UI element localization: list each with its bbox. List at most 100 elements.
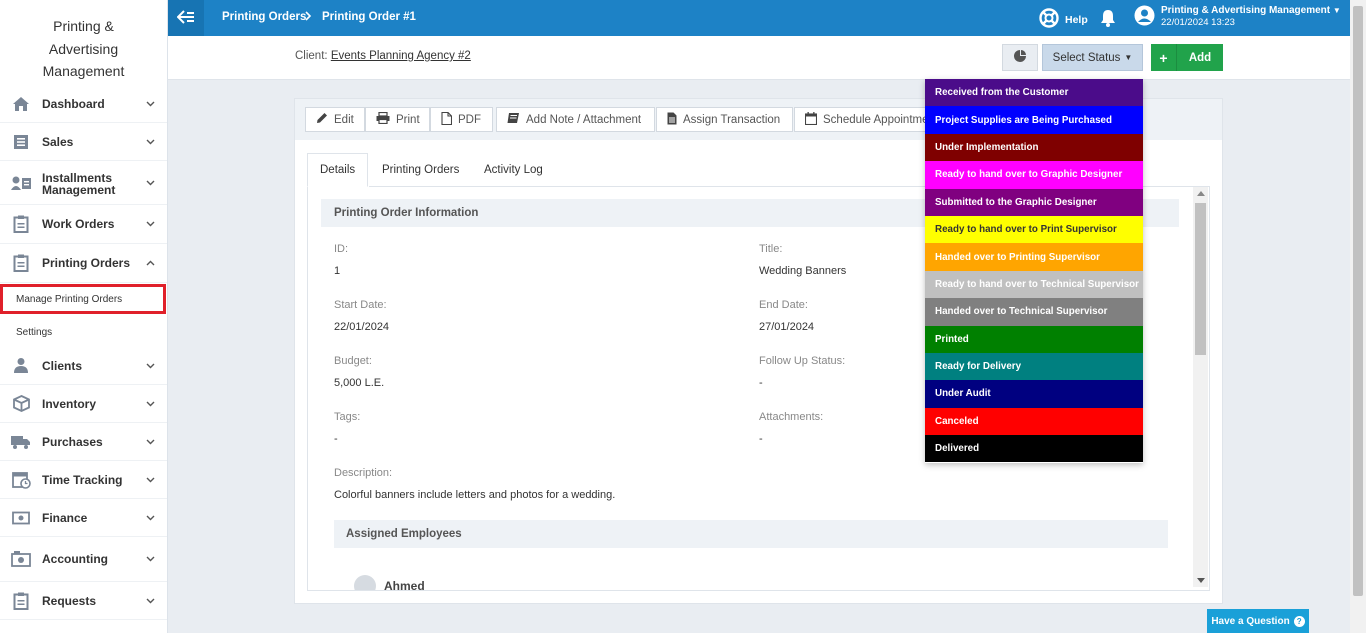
client-link[interactable]: Events Planning Agency #2 xyxy=(331,50,471,62)
sidebar-item-accounting[interactable]: Accounting xyxy=(0,537,167,582)
status-option[interactable]: Ready to hand over to Print Supervisor xyxy=(925,215,1143,244)
question-icon: ? xyxy=(1293,615,1305,627)
chevron-down-icon xyxy=(145,99,155,109)
notifications-bell-icon[interactable] xyxy=(1100,9,1116,30)
chevron-up-icon xyxy=(145,258,155,268)
status-option[interactable]: Ready for Delivery xyxy=(925,352,1143,381)
tab-printing-orders[interactable]: Printing Orders xyxy=(370,153,471,187)
book-icon xyxy=(507,112,520,127)
back-button[interactable] xyxy=(168,0,204,36)
brand-name: Printing & Advertising Management xyxy=(42,18,125,79)
chevron-down-icon xyxy=(145,399,155,409)
assign-transaction-button[interactable]: Assign Transaction xyxy=(656,107,793,132)
employee-item[interactable]: Ahmed xyxy=(354,575,425,590)
scroll-down-icon[interactable] xyxy=(1197,578,1205,583)
tab-activity-log[interactable]: Activity Log xyxy=(472,153,555,187)
chevron-down-icon xyxy=(145,219,155,229)
caret-down-icon: ▼ xyxy=(1124,53,1133,62)
status-option[interactable]: Ready to hand over to Technical Supervis… xyxy=(925,270,1143,299)
arrow-left-icon xyxy=(176,9,195,27)
pdf-button[interactable]: PDF xyxy=(430,107,493,132)
register-icon xyxy=(11,550,31,568)
field-label-id: ID: xyxy=(334,243,349,255)
sidebar-item-requests[interactable]: Requests xyxy=(0,582,167,620)
installments-icon xyxy=(11,174,31,192)
field-label-budget: Budget: xyxy=(334,355,372,367)
chevron-down-icon xyxy=(145,513,155,523)
lifebuoy-icon xyxy=(1039,8,1059,31)
help-button[interactable]: Help xyxy=(1039,8,1088,31)
sales-icon xyxy=(11,133,31,151)
page-scrollbar[interactable] xyxy=(1350,0,1366,633)
status-option[interactable]: Handed over to Printing Supervisor xyxy=(925,243,1143,271)
field-value-follow-up: - xyxy=(759,377,763,389)
schedule-appointment-button[interactable]: Schedule Appointme xyxy=(794,107,926,132)
field-value-start-date: 22/01/2024 xyxy=(334,321,390,333)
status-option[interactable]: Under Implementation xyxy=(925,133,1143,162)
status-option[interactable]: Submitted to the Graphic Designer xyxy=(925,188,1143,216)
user-menu[interactable]: Printing & Advertising Management ▼ 22/0… xyxy=(1134,5,1341,29)
have-a-question-button[interactable]: Have a Question ? xyxy=(1207,609,1309,633)
status-dropdown-menu: Received from the Customer Project Suppli… xyxy=(925,79,1143,464)
scroll-up-icon[interactable] xyxy=(1197,191,1205,196)
sidebar-item-work-orders[interactable]: Work Orders xyxy=(0,205,167,244)
box-icon xyxy=(11,395,31,413)
status-option[interactable]: Printed xyxy=(925,325,1143,353)
field-label-title: Title: xyxy=(759,243,783,255)
calendar-clock-icon xyxy=(11,471,31,489)
print-button[interactable]: Print xyxy=(365,107,430,132)
breadcrumb-printing-orders[interactable]: Printing Orders xyxy=(222,11,306,23)
sidebar-item-installments[interactable]: Installments Management xyxy=(0,161,167,205)
chevron-down-icon xyxy=(145,437,155,447)
tab-details[interactable]: Details xyxy=(307,153,369,187)
pencil-icon xyxy=(316,112,328,127)
sidebar-item-finance[interactable]: Finance xyxy=(0,499,167,537)
sidebar-item-printing-orders[interactable]: Printing Orders xyxy=(0,244,167,283)
field-value-description: Colorful banners include letters and pho… xyxy=(334,489,616,501)
chevron-down-icon xyxy=(145,137,155,147)
field-label-description: Description: xyxy=(334,467,393,479)
status-option[interactable]: Delivered xyxy=(925,435,1143,463)
sidebar-item-clients[interactable]: Clients xyxy=(0,347,167,385)
pie-chart-button[interactable] xyxy=(1002,44,1038,71)
field-label-end-date: End Date: xyxy=(759,299,808,311)
edit-button[interactable]: Edit xyxy=(305,107,365,132)
chevron-down-icon xyxy=(145,596,155,606)
sidebar-item-inventory[interactable]: Inventory xyxy=(0,385,167,423)
sidebar-item-purchases[interactable]: Purchases xyxy=(0,423,167,461)
user-icon xyxy=(11,357,31,375)
sidebar-item-dashboard[interactable]: Dashboard xyxy=(0,85,167,123)
status-option[interactable]: Handed over to Technical Supervisor xyxy=(925,298,1143,326)
sidebar-item-time-tracking[interactable]: Time Tracking xyxy=(0,461,167,499)
avatar xyxy=(354,575,376,590)
sidebar-item-sales[interactable]: Sales xyxy=(0,123,167,161)
money-icon xyxy=(11,509,31,527)
field-value-tags: - xyxy=(334,433,338,445)
select-status-button[interactable]: Select Status ▼ xyxy=(1042,44,1143,71)
field-label-tags: Tags: xyxy=(334,411,361,423)
home-icon xyxy=(11,95,31,113)
status-option[interactable]: Received from the Customer xyxy=(925,79,1143,107)
add-note-attachment-button[interactable]: Add Note / Attachment xyxy=(496,107,655,132)
clipboard-icon xyxy=(11,215,31,233)
top-bar: Printing Orders Printing Order #1 Help P… xyxy=(168,0,1350,36)
list-icon xyxy=(11,592,31,610)
field-label-follow-up: Follow Up Status: xyxy=(759,355,846,367)
field-value-end-date: 27/01/2024 xyxy=(759,321,815,333)
status-option[interactable]: Project Supplies are Being Purchased xyxy=(925,106,1143,134)
field-value-id: 1 xyxy=(334,265,341,277)
status-option[interactable]: Under Audit xyxy=(925,380,1143,408)
caret-down-icon: ▼ xyxy=(1332,6,1341,15)
chevron-down-icon xyxy=(145,361,155,371)
field-value-budget: 5,000 L.E. xyxy=(334,377,385,389)
field-value-attachments: - xyxy=(759,433,763,445)
status-option[interactable]: Canceled xyxy=(925,407,1143,436)
status-option[interactable]: Ready to hand over to Graphic Designer xyxy=(925,161,1143,189)
calendar-icon xyxy=(804,111,818,128)
chevron-down-icon xyxy=(145,475,155,485)
sidebar-subitem-settings[interactable]: Settings xyxy=(0,318,167,346)
sidebar-subitem-manage-printing-orders[interactable]: Manage Printing Orders xyxy=(0,284,166,314)
add-button[interactable]: + Add xyxy=(1151,44,1223,71)
content-scrollbar[interactable] xyxy=(1193,187,1208,587)
field-value-title: Wedding Banners xyxy=(759,265,847,277)
